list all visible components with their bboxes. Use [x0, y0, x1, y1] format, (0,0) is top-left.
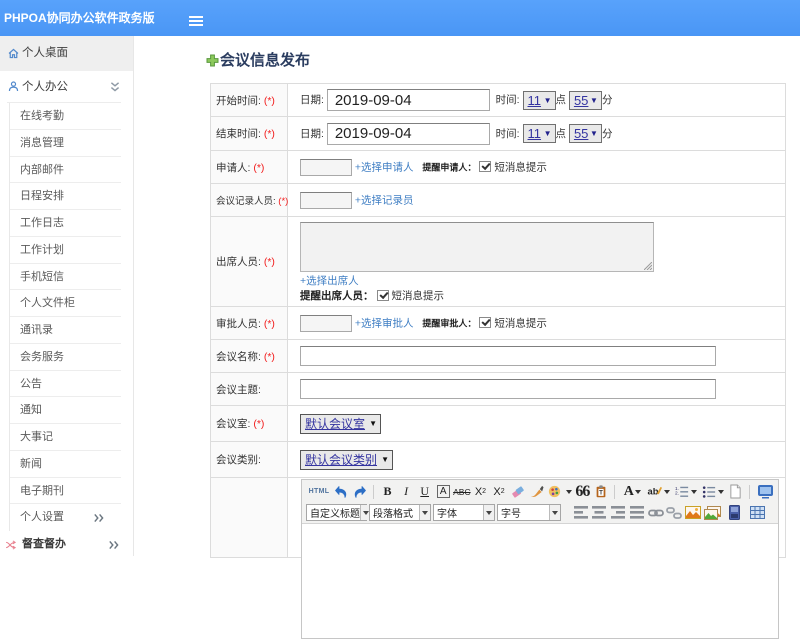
- svg-text:T: T: [599, 490, 603, 497]
- svg-text:ab: ab: [648, 486, 659, 496]
- svg-text:2.: 2.: [675, 490, 679, 496]
